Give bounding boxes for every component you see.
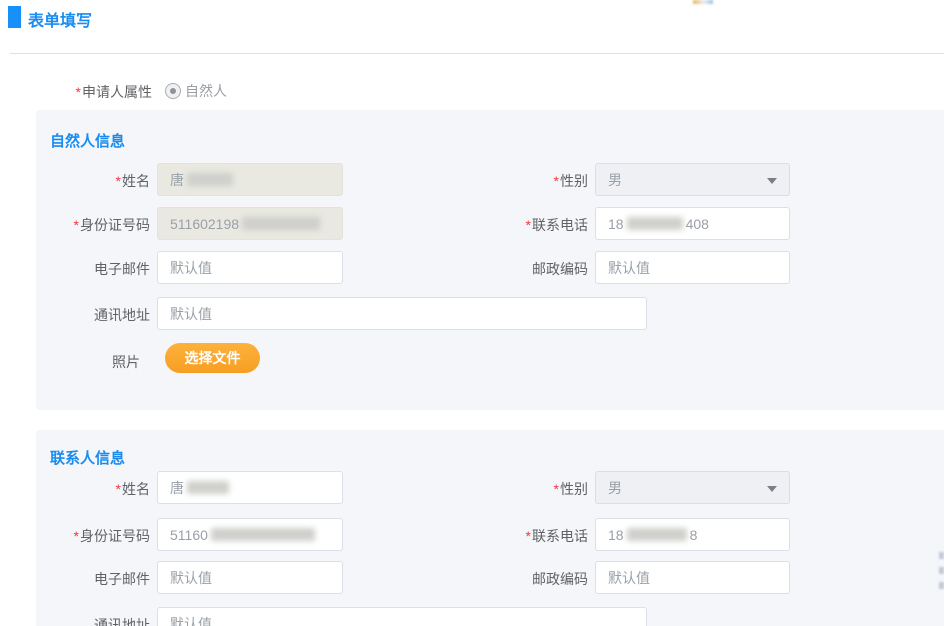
applicant-attribute-label: *申请人属性 [0, 82, 152, 102]
address-label: 通讯地址 [36, 615, 150, 626]
id-number-input: 511602198 [157, 207, 343, 240]
page-title: 表单填写 [28, 7, 92, 31]
gender-label: *性别 [448, 171, 588, 191]
redacted-text [242, 217, 320, 230]
section-natural-person: 自然人信息 *姓名 唐 *性别 男 *身份证号码 511602198 *联系电话… [36, 110, 944, 410]
postal-label: 邮政编码 [448, 569, 588, 589]
chevron-down-icon [767, 178, 777, 184]
address-input[interactable] [157, 607, 647, 626]
name-label: *姓名 [36, 479, 150, 499]
id-number-label: *身份证号码 [36, 215, 150, 235]
address-input[interactable] [157, 297, 647, 330]
gender-label: *性别 [448, 479, 588, 499]
required-asterisk: * [76, 84, 81, 100]
phone-input[interactable]: 18408 [595, 207, 790, 240]
photo-label: 照片 [36, 352, 140, 372]
section-title: 自然人信息 [50, 130, 125, 151]
radio-label: 自然人 [185, 81, 227, 101]
top-cropped-artifact [693, 0, 713, 4]
section-contact-person: 联系人信息 *姓名 唐 *性别 男 *身份证号码 51160 *联系电话 188 [36, 430, 944, 626]
redacted-text [627, 528, 687, 541]
id-number-input[interactable]: 51160 [157, 518, 343, 551]
redacted-text [187, 173, 233, 186]
phone-label: *联系电话 [448, 215, 588, 235]
redacted-text [211, 528, 315, 541]
name-label: *姓名 [36, 171, 150, 191]
email-input[interactable] [157, 561, 343, 594]
name-input[interactable]: 唐 [157, 471, 343, 504]
address-label: 通讯地址 [36, 305, 150, 325]
redacted-text [187, 481, 229, 494]
postal-input[interactable] [595, 251, 790, 284]
postal-label: 邮政编码 [448, 259, 588, 279]
right-edge-cropped-artifact [939, 552, 944, 612]
applicant-attribute-row: *申请人属性 自然人 [0, 82, 500, 100]
phone-label: *联系电话 [448, 526, 588, 546]
id-number-label: *身份证号码 [36, 526, 150, 546]
header-divider [10, 53, 944, 54]
choose-file-button[interactable]: 选择文件 [165, 343, 260, 373]
form-fill-page: 表单填写 *申请人属性 自然人 自然人信息 *姓名 唐 *性别 男 *身份证号码 [0, 0, 944, 626]
gender-select[interactable]: 男 [595, 471, 790, 504]
radio-selected-icon [165, 83, 181, 99]
section-title: 联系人信息 [50, 447, 125, 468]
postal-input[interactable] [595, 561, 790, 594]
name-input: 唐 [157, 163, 343, 196]
email-input[interactable] [157, 251, 343, 284]
redacted-text [627, 217, 683, 230]
phone-input[interactable]: 188 [595, 518, 790, 551]
title-accent-bar [8, 6, 21, 28]
applicant-type-radio[interactable]: 自然人 [165, 81, 227, 101]
email-label: 电子邮件 [36, 569, 150, 589]
email-label: 电子邮件 [36, 259, 150, 279]
gender-select[interactable]: 男 [595, 163, 790, 196]
chevron-down-icon [767, 486, 777, 492]
